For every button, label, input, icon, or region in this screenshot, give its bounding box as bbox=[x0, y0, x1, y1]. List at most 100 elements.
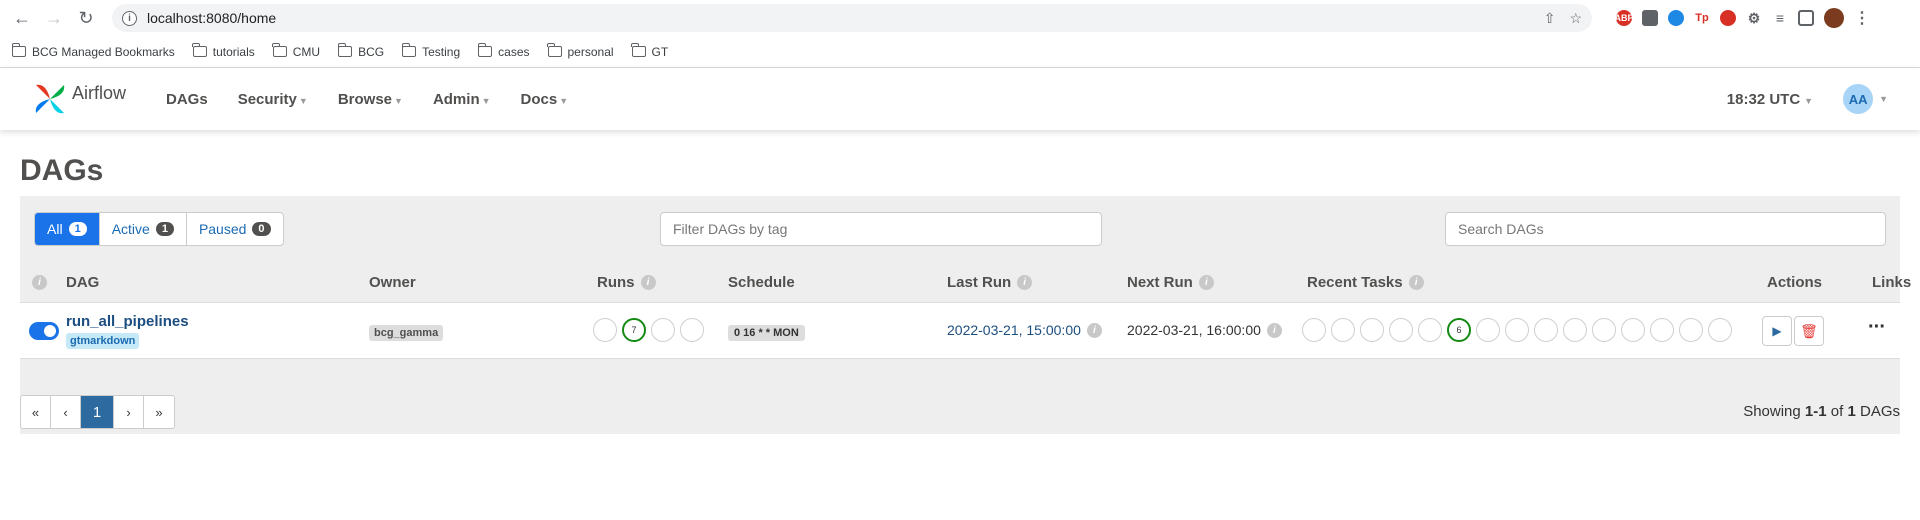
first-page-button[interactable]: « bbox=[21, 396, 51, 428]
menu-security[interactable]: Security ▼ bbox=[238, 91, 308, 108]
run-state-circle-success[interactable]: 7 bbox=[622, 318, 646, 342]
dag-name-link[interactable]: run_all_pipelines bbox=[66, 313, 189, 330]
share-icon[interactable]: ⇧ bbox=[1544, 10, 1556, 27]
bookmark-folder[interactable]: BCG bbox=[337, 43, 384, 59]
next-page-button[interactable]: › bbox=[114, 396, 144, 428]
pagination-row: « ‹ 1 › » Showing 1-1 of 1 DAGs bbox=[20, 359, 1900, 434]
header-owner[interactable]: Owner bbox=[369, 274, 416, 291]
info-icon[interactable]: i bbox=[1198, 274, 1214, 290]
side-panel-icon[interactable] bbox=[1798, 10, 1814, 26]
folder-icon bbox=[401, 43, 417, 57]
header-recent-tasks: Recent Tasks i bbox=[1307, 274, 1424, 291]
address-bar[interactable]: i localhost:8080/home ⇧ ☆ bbox=[112, 4, 1592, 32]
menu-docs[interactable]: Docs ▼ bbox=[521, 91, 569, 108]
info-icon[interactable]: i bbox=[32, 274, 47, 290]
menu-dags[interactable]: DAGs bbox=[166, 91, 208, 108]
trigger-dag-button[interactable]: ▶ bbox=[1762, 316, 1792, 346]
pagination: « ‹ 1 › » bbox=[20, 395, 175, 429]
search-dags-input[interactable]: Search DAGs bbox=[1445, 212, 1886, 246]
count-badge: 1 bbox=[155, 222, 174, 236]
header-next-run[interactable]: Next Run i bbox=[1127, 274, 1214, 291]
info-icon[interactable]: i bbox=[1086, 322, 1102, 338]
task-state-circle-success[interactable]: 6 bbox=[1447, 318, 1471, 342]
task-state-circle[interactable] bbox=[1302, 318, 1326, 342]
tag-filter-input[interactable]: Filter DAGs by tag bbox=[660, 212, 1102, 246]
task-state-circle[interactable] bbox=[1331, 318, 1355, 342]
menu-browse[interactable]: Browse ▼ bbox=[338, 91, 403, 108]
header-dag[interactable]: DAG bbox=[66, 274, 99, 291]
run-state-circle[interactable] bbox=[651, 318, 675, 342]
extension-icon[interactable] bbox=[1642, 10, 1658, 26]
task-state-circle[interactable] bbox=[1505, 318, 1529, 342]
forward-icon[interactable]: → bbox=[40, 4, 68, 32]
play-icon: ▶ bbox=[1772, 324, 1782, 338]
bookmark-folder[interactable]: CMU bbox=[272, 43, 320, 59]
task-state-circle[interactable] bbox=[1389, 318, 1413, 342]
page-title: DAGs bbox=[20, 154, 104, 187]
task-state-circle[interactable] bbox=[1534, 318, 1558, 342]
info-icon[interactable]: i bbox=[1408, 274, 1424, 290]
dag-pause-toggle[interactable] bbox=[29, 322, 59, 340]
table-row: run_all_pipelines gtmarkdown bcg_gamma 7… bbox=[20, 302, 1900, 359]
delete-dag-button[interactable]: 🗑 bbox=[1794, 316, 1824, 346]
reading-list-icon[interactable]: ≡ bbox=[1772, 10, 1788, 26]
browser-menu-icon[interactable]: ⋮ bbox=[1854, 10, 1870, 27]
info-icon[interactable]: i bbox=[640, 274, 656, 290]
run-state-circle[interactable] bbox=[593, 318, 617, 342]
task-state-circle[interactable] bbox=[1360, 318, 1384, 342]
filter-tab-paused[interactable]: Paused 0 bbox=[187, 213, 283, 245]
last-run-link[interactable]: 2022-03-21, 15:00:00 bbox=[947, 322, 1081, 338]
menu-admin[interactable]: Admin ▼ bbox=[433, 91, 491, 108]
puzzle-extensions-icon[interactable]: ⚙ bbox=[1746, 10, 1762, 26]
showing-count: Showing 1-1 of 1 DAGs bbox=[1743, 403, 1900, 420]
dags-panel: All 1 Active 1 Paused 0 Filter DAGs by tag … bbox=[20, 196, 1911, 434]
back-icon[interactable]: ← bbox=[8, 4, 36, 32]
task-state-circle[interactable] bbox=[1592, 318, 1616, 342]
task-state-circle[interactable] bbox=[1476, 318, 1500, 342]
site-info-icon[interactable]: i bbox=[122, 10, 137, 26]
last-page-button[interactable]: » bbox=[144, 396, 174, 428]
schedule-badge[interactable]: 0 16 * * MON bbox=[728, 325, 805, 341]
cloud-extension-icon[interactable] bbox=[1668, 10, 1684, 26]
current-page-button[interactable]: 1 bbox=[81, 396, 114, 428]
main-menu: DAGs Security ▼ Browse ▼ Admin ▼ Docs ▼ bbox=[166, 91, 568, 108]
task-state-circle[interactable] bbox=[1708, 318, 1732, 342]
airflow-logo[interactable]: Airflow bbox=[32, 81, 126, 117]
task-state-circle[interactable] bbox=[1563, 318, 1587, 342]
bookmark-folder[interactable]: tutorials bbox=[192, 43, 255, 59]
task-state-circle[interactable] bbox=[1650, 318, 1674, 342]
links-more-icon[interactable]: ··· bbox=[1868, 316, 1886, 339]
folder-icon bbox=[11, 43, 26, 57]
timezone-dropdown[interactable]: 18:32 UTC ▼ bbox=[1727, 91, 1813, 108]
dag-tag[interactable]: gtmarkdown bbox=[66, 333, 140, 349]
folder-icon bbox=[337, 43, 353, 57]
bookmark-folder[interactable]: BCG Managed Bookmarks bbox=[11, 43, 175, 59]
caret-down-icon: ▼ bbox=[481, 95, 491, 106]
tp-extension-icon[interactable]: Tp bbox=[1694, 10, 1710, 26]
adblock-extension-icon[interactable]: ABP bbox=[1615, 10, 1634, 26]
caret-down-icon: ▼ bbox=[394, 95, 403, 106]
bookmark-folder[interactable]: cases bbox=[477, 43, 530, 59]
filter-tab-active[interactable]: Active 1 bbox=[100, 213, 187, 245]
task-state-circle[interactable] bbox=[1418, 318, 1442, 342]
task-state-circle[interactable] bbox=[1679, 318, 1703, 342]
owner-badge[interactable]: bcg_gamma bbox=[369, 325, 444, 341]
user-menu[interactable]: AA ▼ bbox=[1843, 84, 1888, 114]
bookmarks-bar: BCG Managed Bookmarks tutorials CMU BCG … bbox=[0, 36, 1920, 68]
bookmark-star-icon[interactable]: ☆ bbox=[1569, 10, 1582, 27]
reload-icon[interactable]: ↻ bbox=[72, 4, 100, 32]
prev-page-button[interactable]: ‹ bbox=[51, 396, 81, 428]
bookmark-folder[interactable]: personal bbox=[547, 43, 614, 59]
count-badge: 1 bbox=[68, 222, 87, 236]
next-run-text: 2022-03-21, 16:00:00 bbox=[1127, 322, 1261, 338]
red-extension-icon[interactable] bbox=[1720, 10, 1736, 26]
task-state-circle[interactable] bbox=[1621, 318, 1645, 342]
filter-tab-all[interactable]: All 1 bbox=[35, 213, 100, 245]
info-icon[interactable]: i bbox=[1266, 322, 1282, 338]
info-icon[interactable]: i bbox=[1017, 274, 1033, 290]
bookmark-folder[interactable]: Testing bbox=[401, 43, 460, 59]
profile-avatar[interactable] bbox=[1824, 8, 1844, 28]
bookmark-folder[interactable]: GT bbox=[631, 43, 668, 59]
run-state-circle[interactable] bbox=[680, 318, 704, 342]
filter-bar: All 1 Active 1 Paused 0 Filter DAGs by tag … bbox=[20, 196, 1900, 262]
